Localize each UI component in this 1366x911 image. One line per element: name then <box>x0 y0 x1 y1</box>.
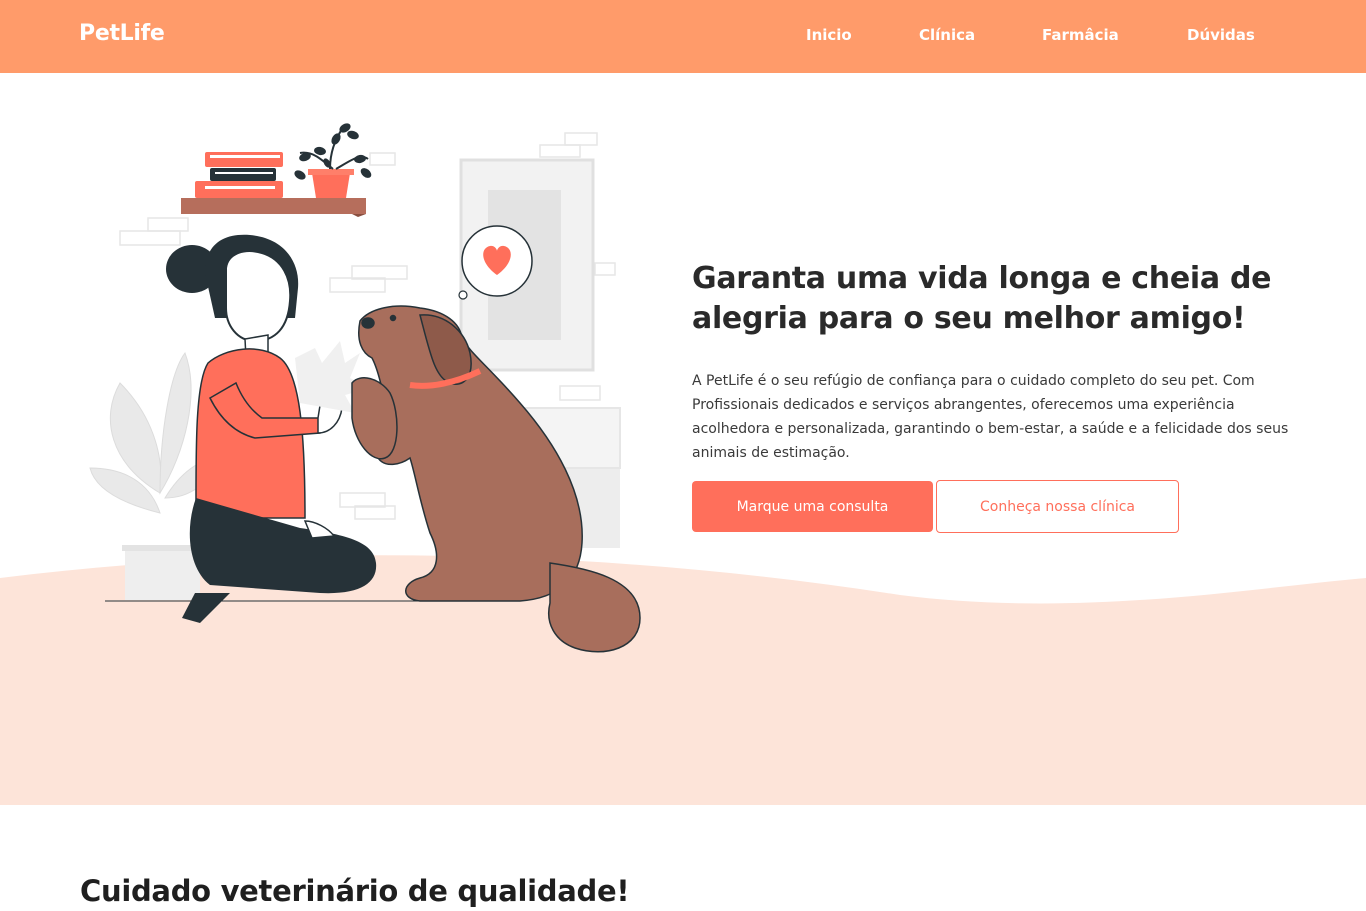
hero-title: Garanta uma vida longa e cheia de alegri… <box>692 261 1272 336</box>
visit-clinic-button[interactable]: Conheça nossa clínica <box>936 480 1179 533</box>
book-appointment-button[interactable]: Marque uma consulta <box>692 481 933 532</box>
hero-description: A PetLife é o seu refúgio de confiança p… <box>692 373 1289 461</box>
nav-link-clinica[interactable]: Clínica <box>919 26 975 44</box>
nav-link-duvidas[interactable]: Dúvidas <box>1187 26 1255 44</box>
nav-link-farmacia[interactable]: Farmâcia <box>1042 26 1119 44</box>
navbar: PetLife Inicio Clínica Farmâcia Dúvidas <box>0 0 1366 73</box>
hero-section: Garanta uma vida longa e cheia de alegri… <box>0 73 1366 805</box>
nav-link-inicio[interactable]: Inicio <box>806 26 852 44</box>
logo[interactable]: PetLife <box>79 21 165 46</box>
section-title: Cuidado veterinário de qualidade! <box>80 874 630 908</box>
woman-figure <box>166 234 377 623</box>
